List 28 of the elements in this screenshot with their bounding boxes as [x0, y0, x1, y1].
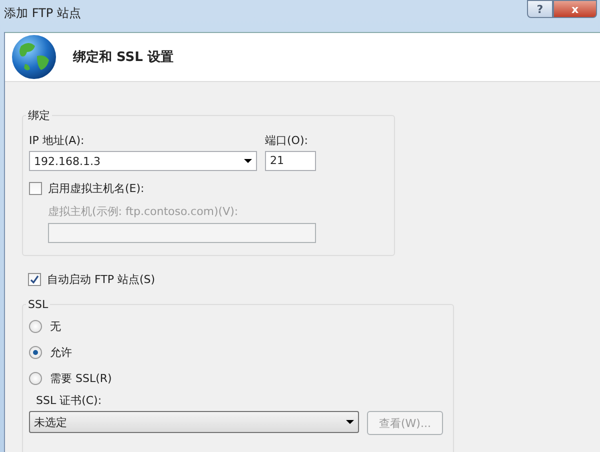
certificate-label: SSL 证书(C):: [36, 393, 103, 408]
radio-button[interactable]: [29, 372, 42, 384]
group-legend: SSL: [26, 298, 50, 311]
dropdown-caret-icon: [244, 159, 252, 163]
port-label: 端口(O):: [265, 133, 309, 148]
globe-icon: [11, 34, 57, 80]
port-field[interactable]: 21: [265, 151, 316, 171]
checkbox-label: 启用虚拟主机名(E):: [48, 181, 144, 196]
ip-address-dropdown[interactable]: 192.168.1.3: [29, 151, 257, 171]
check-icon: [30, 275, 39, 284]
radio-label: 允许: [50, 344, 72, 360]
host-name-label: 虚拟主机(示例: ftp.contoso.com)(V):: [48, 204, 240, 219]
radio-button[interactable]: [29, 320, 42, 332]
close-button[interactable]: x: [553, 0, 597, 18]
checkbox[interactable]: [29, 182, 42, 195]
checkbox[interactable]: [28, 273, 41, 286]
radio-label: 需要 SSL(R): [50, 370, 112, 386]
group-legend: 绑定: [26, 108, 52, 123]
radio-label: 无: [50, 318, 61, 334]
help-button[interactable]: ?: [527, 0, 553, 18]
page-title: 绑定和 SSL 设置: [73, 48, 174, 66]
certificate-dropdown[interactable]: 未选定: [29, 411, 359, 433]
radio-button[interactable]: [29, 346, 42, 358]
dropdown-caret-icon: [346, 420, 354, 424]
ip-address-label: IP 地址(A):: [29, 133, 86, 148]
host-name-field[interactable]: [48, 223, 316, 243]
window-title: 添加 FTP 站点: [3, 5, 81, 22]
checkbox-label: 自动启动 FTP 站点(S): [47, 272, 156, 287]
